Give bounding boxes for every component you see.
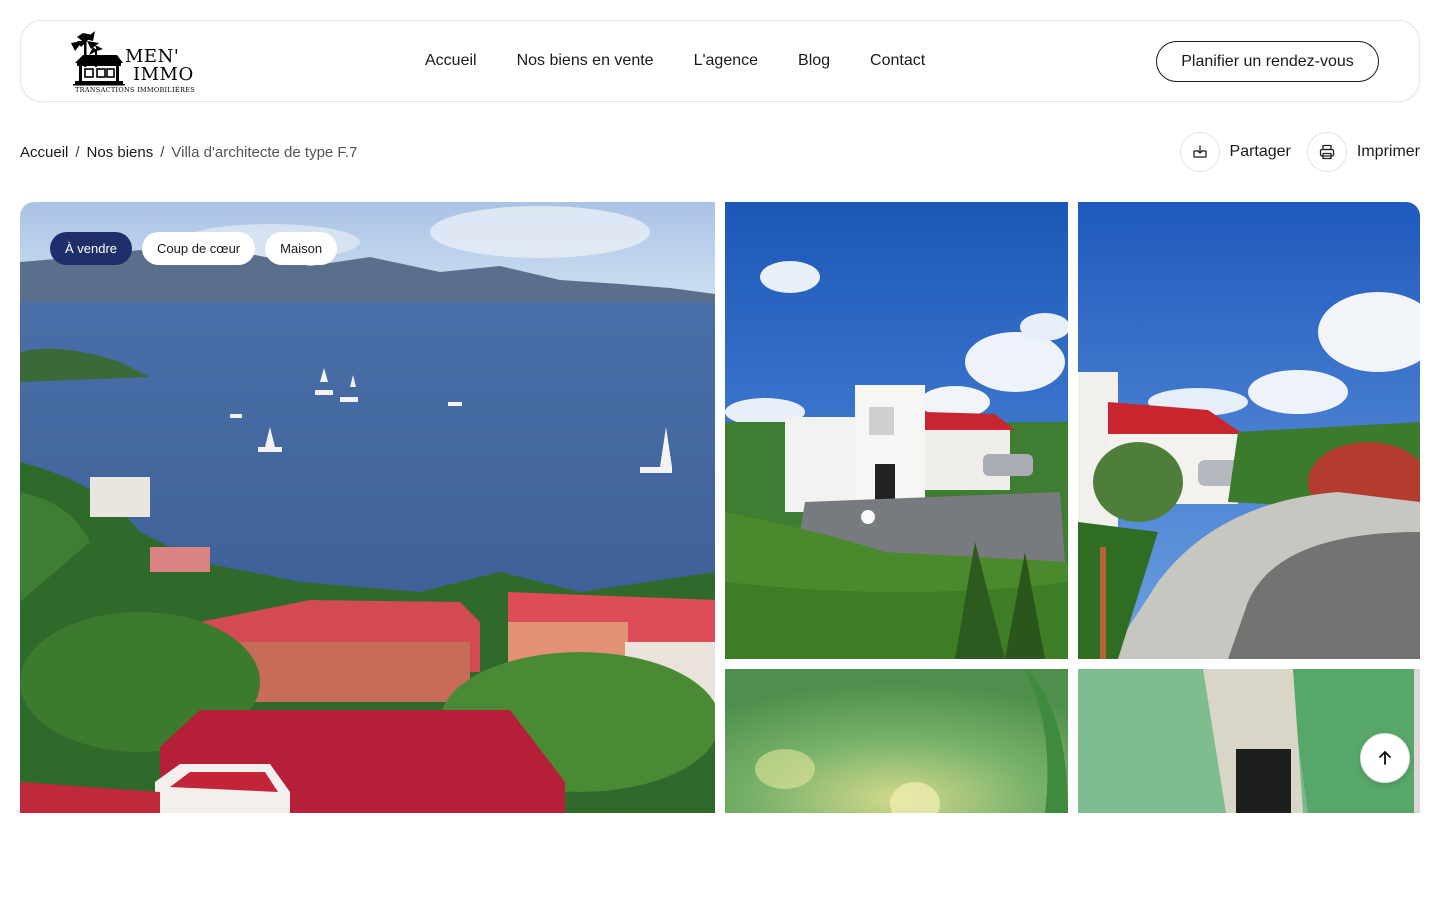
share-button[interactable]: Partager — [1179, 132, 1291, 172]
logo-tagline: TRANSACTIONS IMMOBILIÈRES — [75, 86, 195, 94]
print-button[interactable]: Imprimer — [1306, 132, 1420, 172]
nav-item-biens[interactable]: Nos biens en vente — [517, 52, 654, 70]
breadcrumb-properties-link[interactable]: Nos biens — [87, 144, 154, 161]
nav-item-blog[interactable]: Blog — [798, 52, 830, 70]
breadcrumb-separator: / — [75, 143, 80, 161]
logo-text-immo: IMMO — [133, 64, 194, 85]
main-nav: Accueil Nos biens en vente L'agence Blog… — [425, 21, 925, 101]
breadcrumb-home-link[interactable]: Accueil — [20, 144, 68, 161]
print-label: Imprimer — [1356, 143, 1420, 160]
share-label: Partager — [1229, 143, 1291, 160]
nav-item-agence[interactable]: L'agence — [694, 52, 758, 70]
type-badge: Maison — [265, 232, 338, 265]
sea-view-photo[interactable] — [20, 202, 715, 813]
schedule-appointment-button[interactable]: Planifier un rendez-vous — [1156, 41, 1379, 82]
breadcrumb-separator: / — [160, 143, 165, 161]
favorite-badge: Coup de cœur — [142, 232, 256, 265]
driveway-photo[interactable] — [1078, 202, 1420, 659]
villa-front-photo[interactable] — [725, 202, 1068, 659]
breadcrumb-current: Villa d'architecte de type F.7 — [171, 143, 358, 161]
property-badges: À vendre Coup de cœur Maison — [50, 232, 338, 265]
arrow-up-icon — [1379, 751, 1391, 765]
status-badge: À vendre — [50, 232, 133, 265]
site-header: MEN' IMMO TRANSACTIONS IMMOBILIÈRES Accu… — [20, 20, 1420, 102]
page-actions: Partager Imprimer — [1179, 132, 1420, 172]
printer-icon — [1306, 132, 1347, 172]
nav-item-contact[interactable]: Contact — [870, 52, 925, 70]
scroll-to-top-button[interactable] — [1360, 733, 1410, 783]
green-ceiling-photo[interactable] — [725, 669, 1068, 813]
site-logo[interactable]: MEN' IMMO TRANSACTIONS IMMOBILIÈRES — [63, 29, 195, 95]
nav-item-accueil[interactable]: Accueil — [425, 52, 477, 70]
breadcrumb: Accueil / Nos biens / Villa d'architecte… — [20, 142, 357, 162]
share-icon — [1179, 132, 1220, 172]
